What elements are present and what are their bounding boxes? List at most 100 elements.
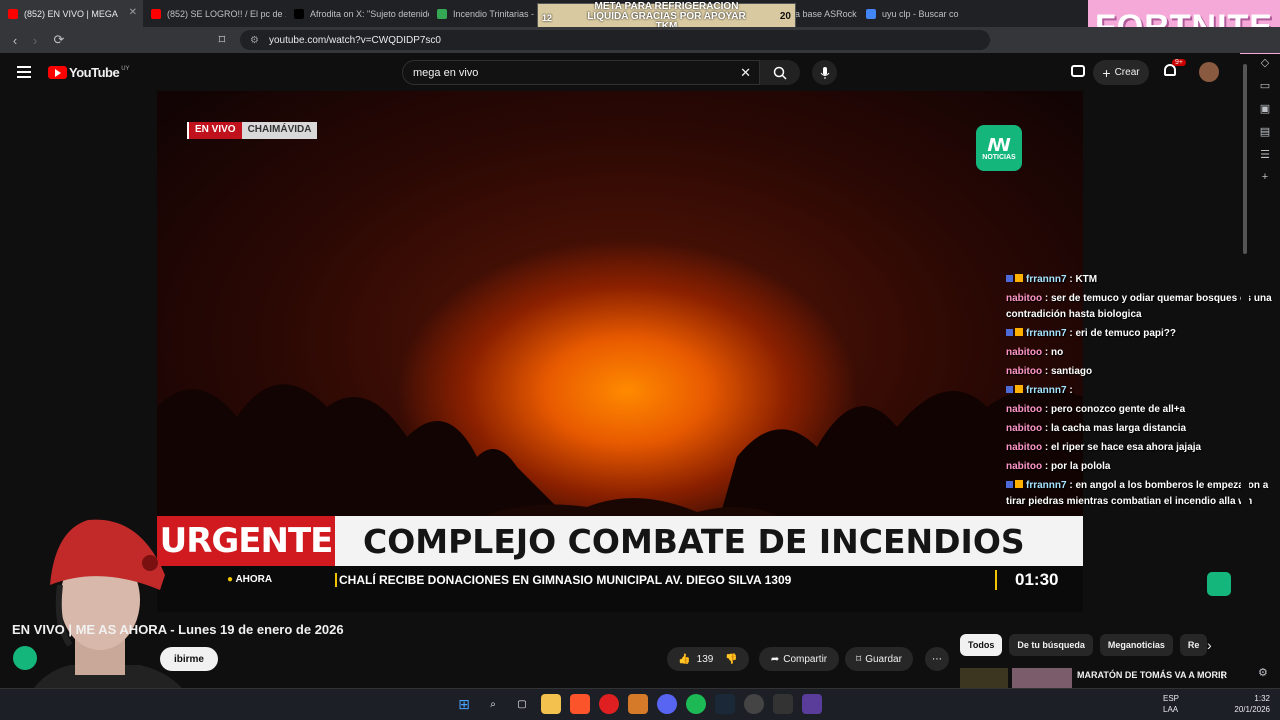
reload-icon[interactable]: ⟳ [49,30,69,50]
site-info-icon[interactable]: ⚙ [250,35,259,46]
clear-search-icon[interactable]: ✕ [740,65,751,81]
sidebar-wallet-icon[interactable]: ▣ [1260,102,1270,115]
file-explorer-icon[interactable] [541,694,561,714]
chat-message: nabitoo : el riper se hace esa ahora jaj… [1006,440,1274,456]
url-field[interactable]: ⚙ youtube.com/watch?v=CWQDIDP7sc0 [240,30,990,50]
tab-favicon-icon [151,8,161,19]
sidebar-bookmarks-icon[interactable]: ▤ [1260,125,1270,138]
ticker-label: ● AHORA [227,574,273,585]
forward-icon[interactable]: › [25,30,45,50]
tab-close-icon[interactable]: ✕ [129,7,137,18]
browser-tab[interactable]: (852) EN VIVO | MEGA ✕ [0,0,143,27]
browser-tab[interactable]: (852) SE LOGRO!! / El pc de 1.5 [143,0,286,27]
channel-avatar[interactable] [13,646,37,670]
create-button[interactable]: + Crear [1093,60,1149,85]
language-indicator[interactable]: ESP LAA [1163,693,1179,715]
back-icon[interactable]: ‹ [5,30,25,50]
chat-text: : santiago [1044,366,1093,377]
location-label: CHAIMÁVIDA [241,122,318,139]
voice-search-button[interactable] [812,60,837,85]
like-button[interactable]: 👍 139 [678,654,713,665]
chat-badge-icon [1015,480,1023,488]
search-input[interactable]: mega en vivo ✕ [402,60,760,85]
thumbs-up-icon: 👍 [678,653,691,665]
chat-text: : por la polola [1044,461,1111,472]
chat-text: : la cacha mas larga distancia [1044,423,1187,434]
tab-favicon-icon [8,8,18,19]
recommended-more-icon[interactable]: ⋮ [1218,670,1227,681]
live-label: EN VIVO [187,122,242,139]
plus-icon: + [1102,64,1111,81]
search-taskbar-icon[interactable]: ⌕ [483,694,503,714]
sidebar-settings-icon[interactable]: ⚙ [1258,666,1268,679]
filter-chip[interactable]: Todos [960,634,1003,656]
mega-logo: ꟿ NOTICIAS [976,125,1022,171]
chat-username: nabitoo [1006,366,1043,377]
search-button[interactable] [760,60,800,85]
youtube-header: YouTube UY mega en vivo ✕ + Crear 9+ [0,53,1240,91]
tab-title: Incendio Trinitarias - Go [453,8,549,19]
like-count: 139 [696,653,714,665]
chips-next-icon[interactable]: › [1207,637,1212,653]
discord-icon[interactable] [657,694,677,714]
browser-tab[interactable]: Afrodita on X: "Sujeto detenido [286,0,429,27]
save-label: Guardar [865,653,902,665]
address-bar-row: ‹ › ⟳ ⌑ ⚙ youtube.com/watch?v=CWQDIDP7sc… [0,27,1280,53]
brave-icon[interactable] [570,694,590,714]
save-button[interactable]: ⌑ Guardar [845,647,913,671]
tab-title: uyu clp - Buscar co [882,8,959,19]
chat-text: : eri de temuco papi?? [1069,328,1177,339]
taskbar-apps: ⊞ ⌕ ▢ [454,694,822,714]
share-button[interactable]: ➦ Compartir [759,647,839,671]
more-actions-button[interactable]: ⋯ [925,647,949,671]
taskbar: ⊞ ⌕ ▢ ESP LAA 1:32 20/1/2026 [0,688,1280,720]
sidebar-chat-icon[interactable]: ▭ [1260,79,1270,92]
obs-icon[interactable] [802,694,822,714]
sidebar-add-icon[interactable]: + [1262,171,1268,183]
subscribe-button[interactable]: ibirme [160,647,218,671]
chat-message: nabitoo : no [1006,345,1274,361]
chat-username: frrannn7 [1026,328,1067,339]
scroll-thumb[interactable] [1243,64,1247,254]
tray-date: 20/1/2026 [1234,705,1270,714]
filter-chip[interactable]: Re [1179,634,1208,656]
filter-chip[interactable]: De tu búsqueda [1009,634,1093,656]
recommended-video[interactable]: MARATÓN DE TOMÁS VA A MORIR ⋮ [960,668,1230,690]
tab-favicon-icon [437,8,447,19]
avatar[interactable] [1199,62,1219,82]
browser-tab[interactable]: uyu clp - Buscar co [858,0,1001,27]
youtube-logo[interactable]: YouTube UY [48,65,130,80]
youtube-play-icon [48,66,67,79]
goal-start: 12 [542,13,553,23]
chat-badge-icon [1006,275,1013,282]
chat-message: frrannn7 : en angol a los bomberos le em… [1006,478,1274,510]
notifications-button[interactable]: 9+ [1164,59,1186,78]
menu-icon[interactable] [17,66,31,78]
spotify-icon[interactable] [686,694,706,714]
lang-layout: LAA [1163,705,1179,714]
sidebar-leo-icon[interactable]: ◇ [1261,56,1269,69]
task-view-icon[interactable]: ▢ [512,694,532,714]
clock-tray[interactable]: 1:32 20/1/2026 [1234,693,1270,715]
settings-app-icon[interactable] [744,694,764,714]
sidebar-reading-icon[interactable]: ☰ [1260,148,1270,161]
video-player[interactable]: EN VIVO CHAIMÁVIDA ꟿ NOTICIAS URGENTE CO… [157,91,1083,612]
cast-icon[interactable] [1071,65,1085,77]
youtube-app-icon[interactable] [599,694,619,714]
office-icon[interactable] [628,694,648,714]
search-icon [773,66,787,80]
chat-message: frrannn7 : [1006,383,1274,399]
steam-icon[interactable] [715,694,735,714]
filter-chip[interactable]: Meganoticias [1099,634,1173,656]
chat-username: nabitoo [1006,293,1043,304]
windows-start-icon[interactable]: ⊞ [454,694,474,714]
dislike-button[interactable]: 👎 [725,654,737,665]
chat-username: frrannn7 [1026,385,1067,396]
scrollbar[interactable] [1241,56,1249,688]
bookmark-icon[interactable]: ⌑ [212,30,232,50]
tab-favicon-icon [294,8,304,19]
chat-message: nabitoo : santiago [1006,364,1274,380]
chat-badge-icon [1006,481,1013,488]
browser-sidebar: ◇ ▭ ▣ ▤ ☰ + [1252,56,1278,183]
nvidia-icon[interactable] [773,694,793,714]
